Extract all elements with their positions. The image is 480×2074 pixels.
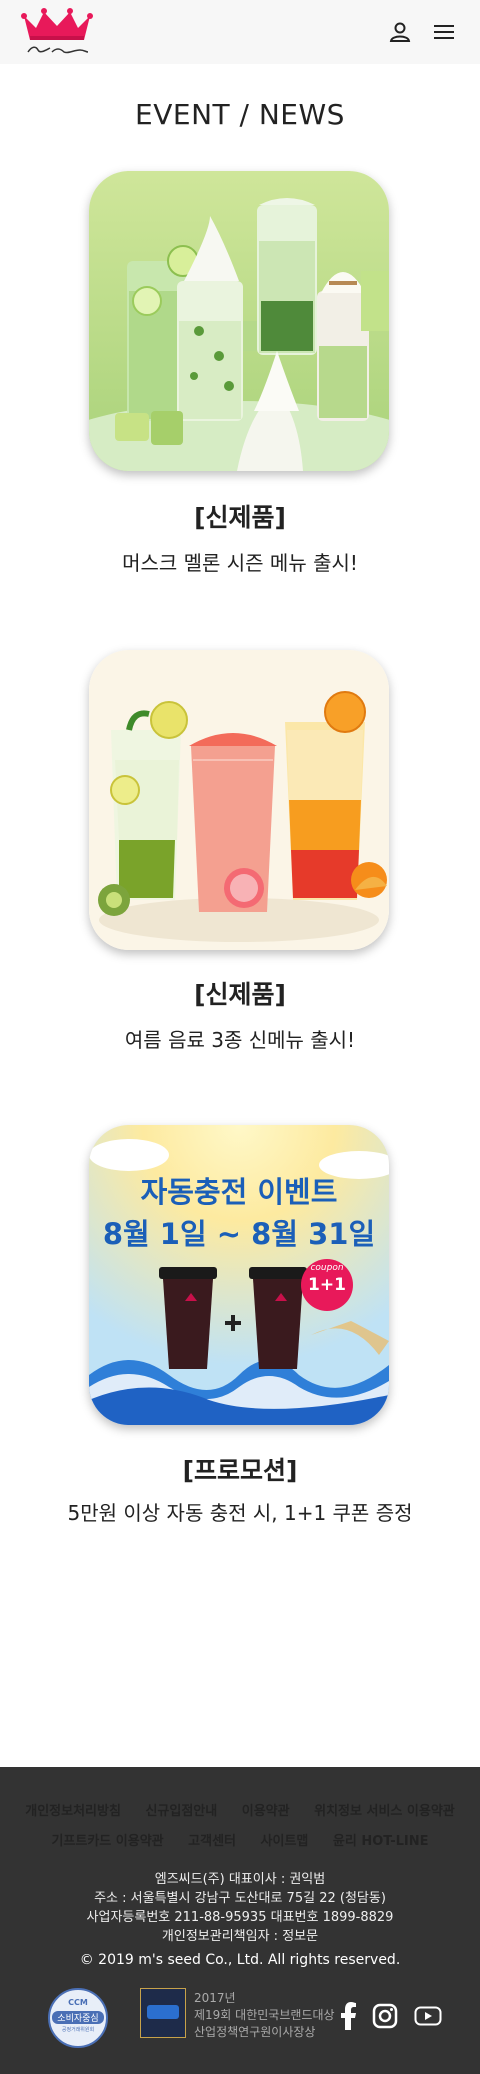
card-category: [신제품] xyxy=(194,980,286,1009)
brand-award-badge xyxy=(140,1988,186,2038)
company-address: 주소 : 서울특별시 강남구 도산대로 75길 22 (청담동) xyxy=(94,1891,386,1906)
coupon-value: 1+1 xyxy=(308,1275,346,1295)
paris-baguette-logo[interactable] xyxy=(20,6,94,58)
card-category: [프로모션] xyxy=(182,1456,298,1485)
ccm-badge: CCM 소비자중심 공정거래위원회 xyxy=(48,1988,108,2048)
user-icon[interactable] xyxy=(388,20,412,44)
footer-link[interactable]: 신규입점안내 xyxy=(145,1804,217,1819)
promo-banner-line2: 8월 1일 ~ 8월 31일 xyxy=(102,1217,376,1251)
coupon-label: coupon xyxy=(310,1263,344,1273)
event-image-summer-drinks[interactable] xyxy=(89,650,389,950)
site-header xyxy=(0,0,480,64)
footer-link[interactable]: 고객센터 xyxy=(188,1834,236,1849)
footer-links-row2: 기프트카드 이용약관 고객센터 사이트맵 윤리 HOT-LINE xyxy=(0,1830,480,1849)
footer-link[interactable]: 위치정보 서비스 이용약관 xyxy=(314,1804,455,1819)
card-title[interactable]: 여름 음료 3종 신메뉴 출시! xyxy=(0,1024,480,1053)
award-line2: 산업정책연구원이사장상 xyxy=(194,2025,316,2039)
youtube-icon[interactable] xyxy=(414,2006,442,2026)
business-number: 사업자등록번호 211-88-95935 대표번호 1899-8829 xyxy=(86,1910,394,1925)
card-category: [신제품] xyxy=(194,503,286,532)
instagram-icon[interactable] xyxy=(372,2003,398,2029)
page-title: EVENT / NEWS xyxy=(135,98,345,131)
footer-link[interactable]: 개인정보처리방침 xyxy=(25,1804,121,1819)
promo-banner-line1: 자동충전 이벤트 xyxy=(140,1175,338,1209)
copyright: © 2019 m's seed Co., Ltd. All rights res… xyxy=(79,1952,401,1968)
award-year: 2017년 xyxy=(194,1991,236,2005)
company-info: 엠즈씨드(주) 대표이사 : 권익범 xyxy=(154,1872,326,1887)
menu-icon[interactable] xyxy=(432,20,456,44)
footer-link[interactable]: 이용약관 xyxy=(242,1804,290,1819)
footer-links-row1: 개인정보처리방침 신규입점안내 이용약관 위치정보 서비스 이용약관 xyxy=(0,1800,480,1819)
footer-link[interactable]: 사이트맵 xyxy=(261,1834,309,1849)
card-title[interactable]: 머스크 멜론 시즌 메뉴 출시! xyxy=(0,547,480,576)
facebook-icon[interactable] xyxy=(338,2002,358,2030)
event-image-melon-drinks[interactable] xyxy=(89,171,389,471)
award-line1: 제19회 대한민국브랜드대상 xyxy=(194,2008,335,2022)
event-image-auto-charge-promo[interactable]: 자동충전 이벤트 8월 1일 ~ 8월 31일 coupon 1+1 xyxy=(89,1125,389,1425)
footer-link[interactable]: 기프트카드 이용약관 xyxy=(51,1834,163,1849)
footer-link[interactable]: 윤리 HOT-LINE xyxy=(333,1834,429,1849)
card-title[interactable]: 5만원 이상 자동 충전 시, 1+1 쿠폰 증정 xyxy=(0,1497,480,1526)
privacy-officer: 개인정보관리책임자 : 정보문 xyxy=(161,1929,319,1944)
